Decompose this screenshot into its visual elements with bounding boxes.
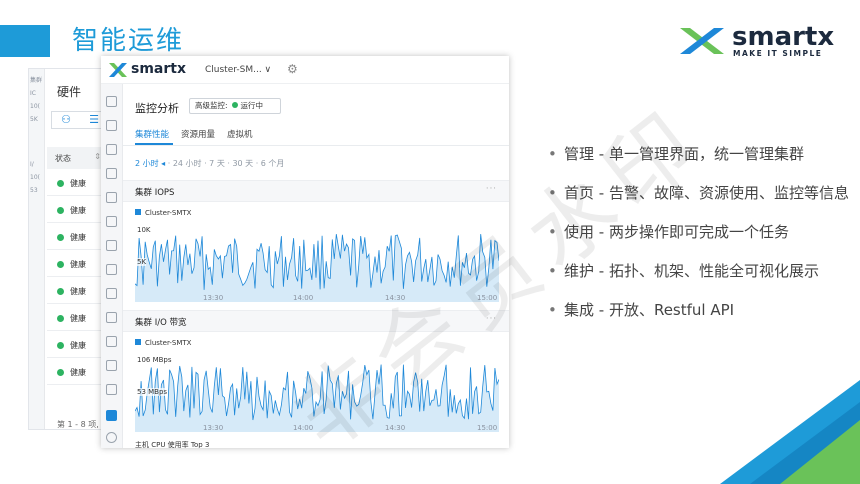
title-accent-bar (0, 25, 50, 57)
cluster-select[interactable]: Cluster-SM... ∨ (205, 65, 271, 75)
nav-icon[interactable] (106, 360, 117, 371)
sidebar-fragment: 5K (30, 116, 38, 123)
sidebar-fragment: IC (30, 90, 36, 97)
x-tick: 15:00 (477, 424, 498, 432)
next-panel-title: 主机 CPU 使用率 Top 3 (135, 441, 210, 448)
healthy-icon (57, 342, 64, 349)
healthy-icon (57, 261, 64, 268)
iops-chart (135, 234, 499, 302)
trace-area (135, 234, 499, 302)
tab-bar: 集群性能 资源用量 虚拟机 (135, 128, 253, 140)
healthy-icon (57, 315, 64, 322)
range-options[interactable]: · 24 小时 · 7 天 · 30 天 · 6 个月 (168, 159, 285, 168)
app-header: smartx Cluster-SM... ∨ ⚙ (101, 56, 509, 84)
nav-icon[interactable] (106, 216, 117, 227)
nav-icon[interactable] (106, 288, 117, 299)
nav-icon[interactable] (106, 168, 117, 179)
tab-cluster-performance[interactable]: 集群性能 (135, 128, 169, 140)
x-tick: 14:00 (293, 424, 314, 432)
monitor-title: 监控分析 (135, 102, 179, 115)
feature-item: 使用 - 两步操作即可完成一个任务 (548, 218, 853, 246)
nav-icon[interactable] (106, 144, 117, 155)
feature-list: 管理 - 单一管理界面，统一管理集群 首页 - 告警、故障、资源使用、监控等信息… (548, 140, 853, 335)
range-active[interactable]: 2 小时 ◂ (135, 159, 165, 168)
slide-title: 智能运维 (72, 26, 185, 56)
monitor-window: smartx Cluster-SM... ∨ ⚙ 监控分析 高级监控:运行中 (101, 56, 509, 448)
tab-resource-usage[interactable]: 资源用量 (181, 128, 215, 140)
nav-icon[interactable] (106, 312, 117, 323)
tab-divider (123, 145, 509, 146)
gear-icon[interactable]: ⚙ (287, 62, 298, 76)
running-dot-icon (231, 102, 238, 108)
sidebar-fragment: 集群 (30, 77, 43, 84)
back-sidebar: 集群 IC 10( 5K I/ 10( 53 (29, 69, 45, 429)
panel-header-iops: 集群 IOPS ··· (123, 180, 509, 202)
hardware-title: 硬件 (57, 85, 82, 99)
series-swatch (135, 209, 141, 215)
x-tick: 14:00 (293, 294, 314, 302)
nav-icon-active[interactable] (106, 410, 117, 421)
nav-rail (101, 84, 123, 448)
x-tick: 14:30 (385, 294, 406, 302)
feature-item: 集成 - 开放、Restful API (548, 296, 853, 324)
sidebar-fragment: 10( (30, 174, 40, 181)
nav-icon[interactable] (106, 120, 117, 131)
nav-icon[interactable] (106, 264, 117, 275)
brand-tagline: MAKE IT SIMPLE (733, 49, 823, 58)
series-legend: Cluster-SMTX (135, 209, 191, 217)
nav-icon[interactable] (106, 336, 117, 347)
smartx-mark-icon (109, 63, 127, 77)
nav-icon[interactable] (106, 384, 117, 395)
brand-name: smartx (732, 22, 835, 52)
x-tick: 13:30 (203, 294, 224, 302)
y-label: 5K (137, 258, 147, 266)
x-tick: 15:00 (477, 294, 498, 302)
healthy-icon (57, 180, 64, 187)
series-legend: Cluster-SMTX (135, 339, 191, 347)
x-tick: 14:30 (385, 424, 406, 432)
panel-header-bandwidth: 集群 I/O 带宽 ··· (123, 310, 509, 332)
feature-item: 维护 - 拓扑、机架、性能全可视化展示 (548, 257, 853, 285)
sidebar-fragment: 10( (30, 103, 40, 110)
corner-decoration (720, 380, 860, 484)
sidebar-fragment: I/ (30, 161, 34, 168)
nav-icon[interactable] (106, 96, 117, 107)
more-icon[interactable]: ··· (486, 314, 497, 324)
bell-icon[interactable] (106, 432, 117, 443)
nav-icon[interactable] (106, 192, 117, 203)
app-brand: smartx (131, 61, 186, 77)
healthy-icon (57, 234, 64, 241)
time-range-selector[interactable]: 2 小时 ◂ · 24 小时 · 7 天 · 30 天 · 6 个月 (135, 158, 284, 169)
healthy-icon (57, 288, 64, 295)
sort-icon[interactable]: ⇕ (94, 152, 101, 161)
tab-vms[interactable]: 虚拟机 (227, 128, 253, 140)
y-label: 53 MBps (137, 388, 168, 396)
series-swatch (135, 339, 141, 345)
healthy-icon (57, 369, 64, 376)
healthy-icon (57, 207, 64, 214)
y-label: 10K (137, 226, 151, 234)
sidebar-fragment: 53 (30, 187, 38, 194)
pagination-label: 第 1 - 8 项, (57, 420, 99, 429)
more-icon[interactable]: ··· (486, 184, 497, 194)
x-tick: 13:30 (203, 424, 224, 432)
nav-icon[interactable] (106, 240, 117, 251)
feature-item: 首页 - 告警、故障、资源使用、监控等信息 (548, 179, 853, 207)
topology-icon[interactable]: ⚇ (52, 112, 80, 128)
y-label: 106 MBps (137, 356, 172, 364)
slide: 智能运维 smartx MAKE IT SIMPLE 集群 IC 10( 5K … (0, 0, 860, 484)
feature-item: 管理 - 单一管理界面，统一管理集群 (548, 140, 853, 168)
status-badge: 高级监控: 运行中 (189, 98, 281, 114)
bandwidth-chart (135, 364, 499, 432)
